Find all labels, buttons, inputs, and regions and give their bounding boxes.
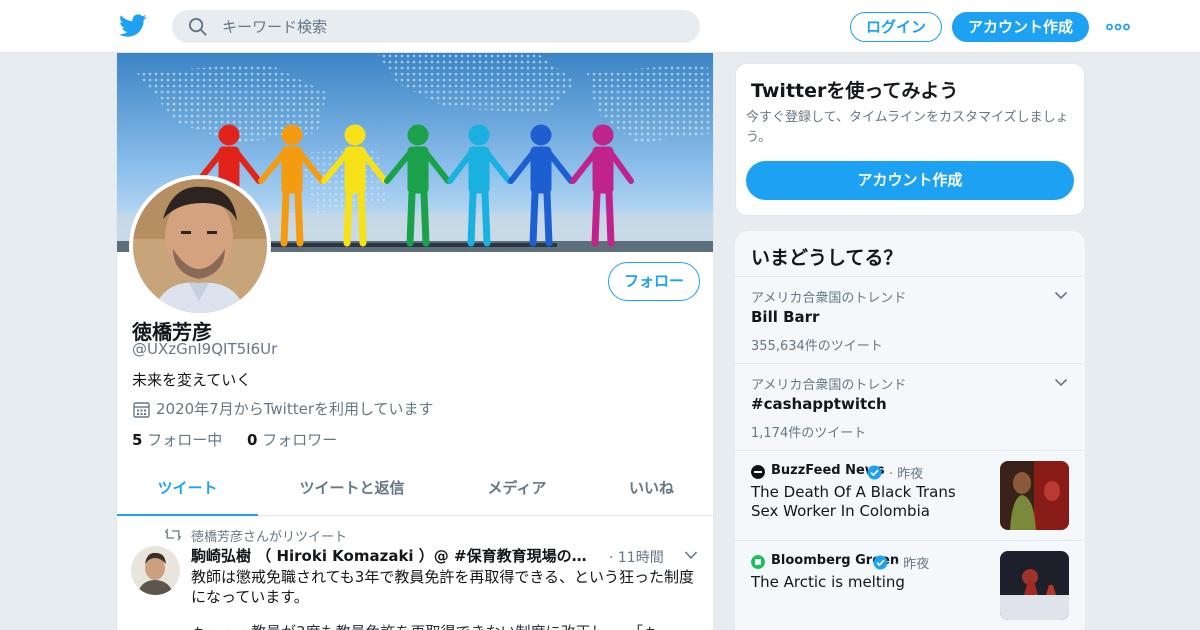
signup-card: Twitterを使ってみよう 今すぐ登録して、タイムラインをカスタマイズしましょ… <box>735 63 1085 216</box>
signup-card-title: Twitterを使ってみよう <box>751 80 959 102</box>
chevron-down-icon[interactable] <box>1054 291 1068 300</box>
retweet-note[interactable]: 徳橋芳彦さんがリツイート <box>191 526 347 545</box>
tweet-author-name[interactable]: 駒崎弘樹 （ Hiroki Komazaki ）@ #保育教育現場の性犯罪... <box>191 545 601 566</box>
tweet-text: 教師は懲戒免職されても3年で教員免許を再取得できる、という狂った制度になっていま… <box>191 568 695 606</box>
tab-media[interactable]: メディア <box>446 468 588 516</box>
following-stat[interactable]: 5 フォロー中 <box>132 431 222 449</box>
tab-likes[interactable]: いいね <box>588 468 713 516</box>
profile-bio: 未来を変えていく <box>132 371 252 389</box>
tweet-timestamp[interactable]: · 11時間 <box>609 547 664 567</box>
news-item[interactable]: Bloomberg Green · 昨夜 The Arctic is melti… <box>735 540 1085 630</box>
profile-column: フォロー 徳橋芳彦 @UXzGnI9QIT5I6Ur 未来を変えていく 2020… <box>116 53 714 630</box>
verified-badge-icon <box>867 465 882 480</box>
following-label: フォロー中 <box>147 431 223 449</box>
trend-context: アメリカ合衆国のトレンド <box>751 291 907 306</box>
news-time: · 昨夜 <box>889 467 924 482</box>
create-account-button[interactable]: アカウント作成 <box>952 12 1089 42</box>
login-button[interactable]: ログイン <box>850 12 942 42</box>
chevron-down-icon[interactable] <box>1054 378 1068 387</box>
bloomberg-green-logo-icon <box>751 555 765 569</box>
trend-item[interactable]: アメリカ合衆国のトレンド Bill Barr 355,634件のツイート <box>735 276 1085 363</box>
signup-card-subtitle: 今すぐ登録して、タイムラインをカスタマイズしましょう。 <box>746 110 1069 145</box>
profile-stats: 5 フォロー中 0 フォロワー <box>132 429 357 450</box>
trends-panel: いまどうしてる？ アメリカ合衆国のトレンド Bill Barr 355,634件… <box>735 231 1085 630</box>
tab-tweets[interactable]: ツイート <box>117 468 258 516</box>
trends-title: いまどうしてる？ <box>751 247 903 269</box>
chevron-down-icon[interactable] <box>684 550 698 560</box>
retweet-icon <box>165 528 181 541</box>
news-headline: The Death Of A Black Trans Sex Worker In… <box>751 483 956 520</box>
trend-name: #cashapptwitch <box>751 395 887 413</box>
followers-stat[interactable]: 0 フォロワー <box>247 431 337 449</box>
trend-tweet-count: 355,634件のツイート <box>751 339 883 354</box>
calendar-icon <box>133 402 150 418</box>
following-count: 5 <box>132 431 143 449</box>
trend-context: アメリカ合衆国のトレンド <box>751 378 907 393</box>
trend-tweet-count: 1,174件のツイート <box>751 426 867 441</box>
tab-tweets-and-replies[interactable]: ツイートと返信 <box>258 468 446 516</box>
search-box[interactable] <box>172 10 700 43</box>
profile-handle: @UXzGnI9QIT5I6Ur <box>132 340 278 358</box>
trend-name: Bill Barr <box>751 308 820 326</box>
buzzfeed-news-logo-icon <box>751 465 765 479</box>
profile-join-date: 2020年7月からTwitterを利用しています <box>156 400 434 418</box>
follow-button[interactable]: フォロー <box>608 262 700 301</box>
news-time: · 昨夜 <box>895 557 930 572</box>
tweet-text-continued: ｔ・・・教員が3度も教員免許を再取得できない制度に改正し 「ｔ <box>191 622 701 630</box>
signup-card-create-account-button[interactable]: アカウント作成 <box>746 161 1074 200</box>
followers-count: 0 <box>247 431 258 449</box>
top-navigation-bar: ログイン アカウント作成 <box>0 0 1200 53</box>
tweet-author-avatar[interactable] <box>131 546 180 595</box>
followers-label: フォロワー <box>262 431 338 449</box>
twitter-bird-logo-icon[interactable] <box>119 13 147 39</box>
trend-item[interactable]: アメリカ合衆国のトレンド #cashapptwitch 1,174件のツイート <box>735 363 1085 450</box>
search-icon <box>188 17 207 36</box>
profile-tabs: ツイート ツイートと返信 メディア いいね <box>117 468 713 516</box>
news-thumbnail-image <box>1000 551 1069 620</box>
news-thumbnail-image <box>1000 461 1069 530</box>
search-input[interactable] <box>222 10 682 43</box>
news-headline: The Arctic is melting <box>751 573 905 591</box>
more-options-icon[interactable] <box>1106 18 1130 36</box>
profile-avatar[interactable] <box>129 175 271 317</box>
verified-badge-icon <box>873 555 888 570</box>
news-item[interactable]: BuzzFeed News · 昨夜 The Death Of A Black … <box>735 450 1085 540</box>
